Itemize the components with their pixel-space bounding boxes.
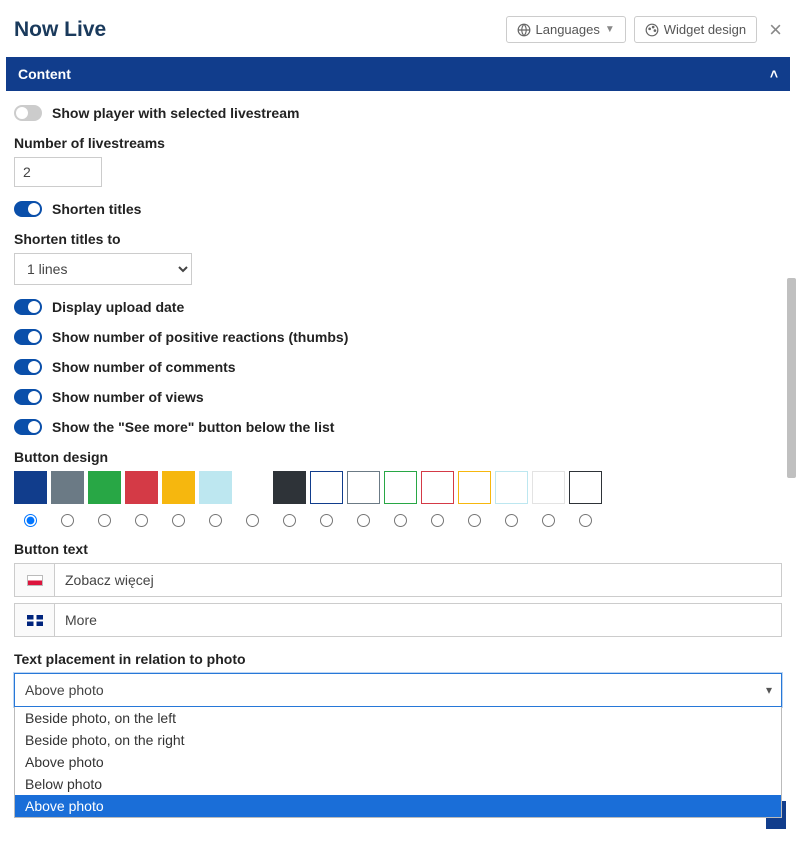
chevron-up-icon: ˄ <box>770 66 778 82</box>
show-reactions-label: Show number of positive reactions (thumb… <box>52 329 348 345</box>
button-design-swatch[interactable] <box>125 471 158 504</box>
text-placement-option[interactable]: Above photo <box>15 795 781 817</box>
flag-gb-icon <box>15 604 55 636</box>
text-placement-dropdown[interactable]: Beside photo, on the leftBeside photo, o… <box>14 707 782 818</box>
text-placement-option[interactable]: Beside photo, on the right <box>15 729 781 751</box>
text-placement-option[interactable]: Below photo <box>15 773 781 795</box>
button-text-row <box>14 563 782 597</box>
section-title: Content <box>18 66 71 82</box>
button-design-swatch[interactable] <box>51 471 84 504</box>
show-see-more-label: Show the "See more" button below the lis… <box>52 419 334 435</box>
close-button[interactable]: × <box>769 19 782 41</box>
show-views-label: Show number of views <box>52 389 204 405</box>
globe-icon <box>517 23 531 37</box>
button-design-swatch[interactable] <box>14 471 47 504</box>
display-upload-date-label: Display upload date <box>52 299 184 315</box>
button-text-input[interactable] <box>55 604 781 636</box>
button-design-swatch[interactable] <box>273 471 306 504</box>
button-design-swatch[interactable] <box>384 471 417 504</box>
button-design-swatch[interactable] <box>199 471 232 504</box>
button-text-row <box>14 603 782 637</box>
button-design-radio[interactable] <box>505 514 518 527</box>
show-reactions-toggle[interactable] <box>14 329 42 345</box>
show-see-more-toggle[interactable] <box>14 419 42 435</box>
widget-design-label: Widget design <box>664 22 746 37</box>
button-design-swatch[interactable] <box>310 471 343 504</box>
number-of-livestreams-label: Number of livestreams <box>14 135 782 151</box>
button-design-radio[interactable] <box>98 514 111 527</box>
button-text-label: Button text <box>14 541 782 557</box>
show-comments-label: Show number of comments <box>52 359 236 375</box>
text-placement-option[interactable]: Beside photo, on the left <box>15 707 781 729</box>
shorten-titles-to-label: Shorten titles to <box>14 231 782 247</box>
button-design-radio[interactable] <box>394 514 407 527</box>
button-design-radio[interactable] <box>431 514 444 527</box>
languages-button[interactable]: Languages ▼ <box>506 16 626 43</box>
button-design-swatch[interactable] <box>495 471 528 504</box>
button-design-swatch[interactable] <box>162 471 195 504</box>
button-design-radio[interactable] <box>135 514 148 527</box>
button-design-swatch[interactable] <box>88 471 121 504</box>
flag-pl-icon <box>15 564 55 596</box>
button-design-radio[interactable] <box>320 514 333 527</box>
button-design-radio[interactable] <box>246 514 259 527</box>
text-placement-select[interactable]: Above photo <box>14 673 782 707</box>
button-design-swatch[interactable] <box>421 471 454 504</box>
button-design-swatch[interactable] <box>347 471 380 504</box>
show-comments-toggle[interactable] <box>14 359 42 375</box>
shorten-titles-to-select[interactable]: 1 lines <box>14 253 192 285</box>
button-text-input[interactable] <box>55 564 781 596</box>
display-upload-date-toggle[interactable] <box>14 299 42 315</box>
button-design-label: Button design <box>14 449 782 465</box>
show-player-label: Show player with selected livestream <box>52 105 299 121</box>
palette-icon <box>645 23 659 37</box>
button-design-radio[interactable] <box>209 514 222 527</box>
button-design-swatch[interactable] <box>236 471 269 504</box>
languages-label: Languages <box>536 22 600 37</box>
scrollbar[interactable] <box>787 278 796 478</box>
chevron-down-icon: ▼ <box>605 24 615 35</box>
button-design-radio[interactable] <box>579 514 592 527</box>
number-of-livestreams-input[interactable] <box>14 157 102 187</box>
text-placement-option[interactable]: Above photo <box>15 751 781 773</box>
close-icon: × <box>769 17 782 42</box>
shorten-titles-label: Shorten titles <box>52 201 141 217</box>
text-placement-label: Text placement in relation to photo <box>14 651 782 667</box>
shorten-titles-toggle[interactable] <box>14 201 42 217</box>
content-section-header[interactable]: Content ˄ <box>6 57 790 91</box>
button-design-radio[interactable] <box>61 514 74 527</box>
button-design-swatch[interactable] <box>458 471 491 504</box>
show-player-toggle[interactable] <box>14 105 42 121</box>
button-design-radio[interactable] <box>542 514 555 527</box>
button-design-radio[interactable] <box>24 514 37 527</box>
page-title: Now Live <box>14 18 498 42</box>
button-design-swatch[interactable] <box>532 471 565 504</box>
button-design-radio[interactable] <box>357 514 370 527</box>
button-design-swatch[interactable] <box>569 471 602 504</box>
button-design-radio[interactable] <box>468 514 481 527</box>
button-design-radio[interactable] <box>172 514 185 527</box>
show-views-toggle[interactable] <box>14 389 42 405</box>
button-design-radio[interactable] <box>283 514 296 527</box>
widget-design-button[interactable]: Widget design <box>634 16 757 43</box>
